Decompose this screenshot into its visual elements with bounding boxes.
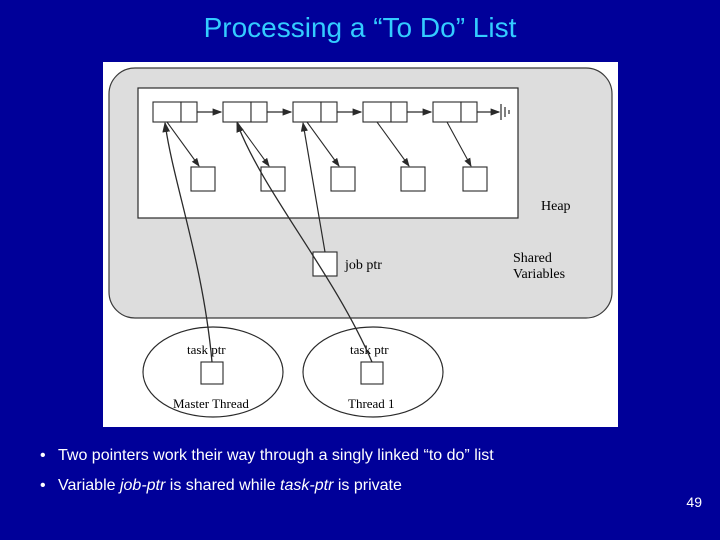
bullet-2: • Variable job-ptr is shared while task-…	[40, 471, 720, 501]
label-heap: Heap	[541, 199, 571, 214]
bullet-1-text: Two pointers work their way through a si…	[58, 447, 494, 464]
diagram-figure: Heap	[103, 62, 618, 427]
thread-1: task ptr Thread 1	[303, 327, 443, 417]
bullet-list: • Two pointers work their way through a …	[0, 427, 720, 502]
page-number: 49	[686, 494, 702, 510]
svg-text:task ptr: task ptr	[187, 342, 226, 357]
label-job-ptr: job ptr	[344, 258, 382, 273]
bullet-1: • Two pointers work their way through a …	[40, 441, 720, 471]
svg-text:Thread 1: Thread 1	[348, 396, 395, 411]
page-title: Processing a “To Do” List	[0, 0, 720, 44]
master-thread: task ptr Master Thread	[143, 327, 283, 417]
svg-text:task ptr: task ptr	[350, 342, 389, 357]
svg-text:Master Thread: Master Thread	[173, 396, 249, 411]
